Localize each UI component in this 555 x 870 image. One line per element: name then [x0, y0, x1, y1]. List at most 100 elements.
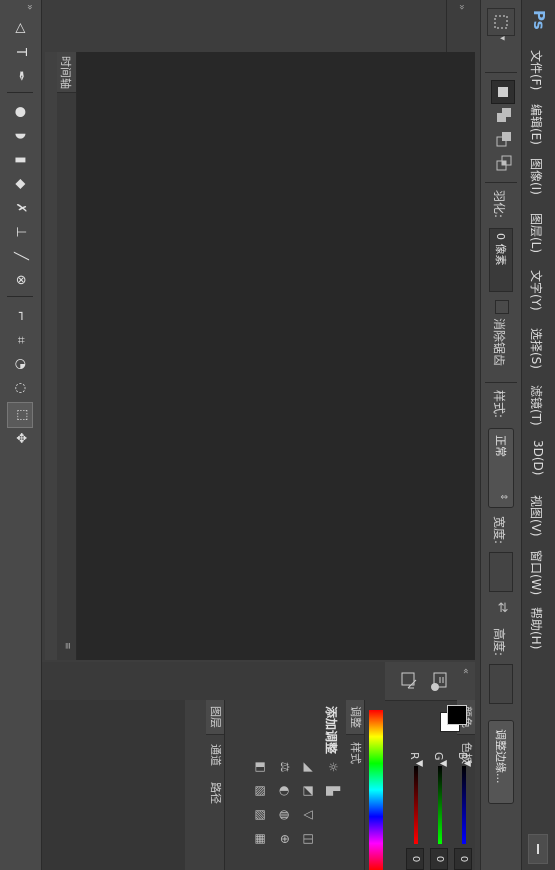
brightness-icon[interactable]: ☼: [326, 760, 340, 774]
menu-type[interactable]: 文字(Y): [528, 270, 545, 311]
menu-select[interactable]: 选择(S): [528, 328, 545, 369]
curves-icon[interactable]: ◢: [302, 760, 316, 774]
menu-view[interactable]: 视图(V): [528, 495, 545, 537]
tools-panel: » ⬚ ✥ ◌ ◔ ⌗ ⌐ ⊗ ╱ ⊥ ✗ ◆ ▮ ◗ ● ✒ T ◁: [0, 0, 42, 870]
menu-filter[interactable]: 滤镜(T): [528, 385, 545, 426]
width-field[interactable]: [489, 552, 513, 592]
preset-dropdown-arrow-icon[interactable]: ▾: [497, 36, 507, 41]
b-slider[interactable]: [462, 766, 466, 844]
r-value-field[interactable]: 0: [406, 848, 424, 870]
swap-dimensions-icon[interactable]: ⇄: [495, 602, 510, 613]
actions-panel-button[interactable]: [394, 668, 420, 694]
b-value-field[interactable]: 0: [454, 848, 472, 870]
color-balance-icon[interactable]: ⚖: [278, 760, 292, 774]
r-label: R: [408, 752, 421, 760]
text-tool-icon[interactable]: T: [10, 42, 30, 62]
minimize-button[interactable]: [528, 834, 548, 864]
antialias-checkbox[interactable]: [495, 300, 509, 314]
path-select-tool-icon[interactable]: ◁: [10, 18, 30, 38]
feather-field[interactable]: 0 像素: [489, 228, 513, 292]
move-tool-icon[interactable]: ✥: [10, 428, 30, 448]
menu-image[interactable]: 图像(I): [528, 158, 545, 195]
healing-tool-icon[interactable]: ⊗: [10, 270, 30, 290]
black-white-icon[interactable]: ◐: [278, 784, 292, 798]
timeline-panel: 时间轴 ≡: [56, 52, 77, 660]
threshold-icon[interactable]: ▨: [254, 808, 268, 822]
b-slider-thumb-icon[interactable]: ▼: [462, 760, 472, 767]
collapse-arrows-icon[interactable]: »: [456, 4, 467, 10]
b-label: B: [456, 752, 469, 760]
height-field[interactable]: [489, 664, 513, 704]
eyedropper-tool-icon[interactable]: ⌐: [10, 306, 30, 326]
tab-paths[interactable]: 路径: [206, 776, 224, 810]
photo-filter-icon[interactable]: ◍: [278, 808, 292, 822]
color-spectrum-bar[interactable]: [369, 710, 383, 870]
stamp-tool-icon[interactable]: ⊥: [10, 222, 30, 242]
menu-layer[interactable]: 图层(L): [528, 213, 545, 253]
brush-tool-icon[interactable]: ╱: [10, 246, 30, 266]
photoshop-window: Ps 文件(F) 编辑(E) 图像(I) 图层(L) 文字(Y) 选择(S) 滤…: [0, 0, 555, 870]
document-canvas[interactable]: [77, 52, 475, 660]
panel-icon-column: «: [385, 662, 475, 701]
levels-icon[interactable]: ▙: [326, 784, 340, 798]
blur-tool-icon[interactable]: ◗: [10, 126, 30, 146]
r-slider-thumb-icon[interactable]: ▼: [414, 760, 424, 767]
quick-select-tool-icon[interactable]: ◔: [10, 354, 30, 374]
invert-icon[interactable]: ◧: [254, 760, 268, 774]
rect-marquee-icon: [494, 15, 508, 29]
tab-adjustments[interactable]: 调整: [346, 700, 364, 735]
foreground-color-swatch[interactable]: [447, 705, 467, 725]
hue-saturation-icon[interactable]: ◫: [302, 832, 316, 846]
separator: [446, 0, 447, 52]
eraser-tool-icon[interactable]: ◆: [10, 174, 30, 194]
menu-window[interactable]: 窗口(W): [528, 550, 545, 595]
add-selection-button[interactable]: [493, 104, 515, 126]
timeline-gutter: [45, 52, 57, 660]
channel-mixer-icon[interactable]: ⊕: [278, 832, 292, 846]
g-slider[interactable]: [438, 766, 442, 844]
menu-bar: Ps 文件(F) 编辑(E) 图像(I) 图层(L) 文字(Y) 选择(S) 滤…: [521, 0, 555, 870]
r-slider[interactable]: [414, 766, 418, 844]
history-brush-tool-icon[interactable]: ✗: [10, 198, 30, 218]
style-dropdown-icon: ⇕: [498, 493, 508, 501]
tab-styles[interactable]: 样式: [346, 736, 364, 770]
posterize-icon[interactable]: ▧: [254, 784, 268, 798]
refine-edge-button[interactable]: 调整边缘...: [488, 720, 514, 804]
vibrance-icon[interactable]: ▽: [302, 808, 316, 822]
intersect-selection-icon: [496, 155, 512, 171]
menu-help[interactable]: 帮助(H): [528, 607, 545, 649]
history-panel-button[interactable]: [427, 668, 453, 694]
separator: [7, 296, 33, 297]
exposure-icon[interactable]: ◩: [302, 784, 316, 798]
selective-color-icon[interactable]: ▦: [254, 832, 268, 846]
crop-tool-icon[interactable]: ⌗: [10, 330, 30, 350]
menu-3d[interactable]: 3D(D): [531, 440, 545, 475]
timeline-menu-icon[interactable]: ≡: [62, 642, 72, 650]
adjustments-panel: 调整 样式 添加调整 ☼ ▙ ◢ ◩ ▽ ◫ ⚖ ◐ ◍ ⊕ ◧ ▧ ▨ ▦: [224, 700, 365, 870]
menu-file[interactable]: 文件(F): [528, 50, 545, 90]
separator: [485, 382, 517, 383]
menu-edit[interactable]: 编辑(E): [528, 104, 545, 145]
new-selection-button[interactable]: [491, 80, 515, 104]
g-value-field[interactable]: 0: [430, 848, 448, 870]
pen-tool-icon[interactable]: ✒: [10, 66, 30, 86]
collapse-icons-icon[interactable]: «: [460, 668, 471, 674]
toolbar-collapse-icon[interactable]: »: [24, 4, 35, 10]
rect-marquee-tool-icon[interactable]: ⬚: [7, 402, 33, 428]
marquee-preset-picker[interactable]: [487, 8, 515, 36]
ps-logo: Ps: [530, 10, 548, 30]
minimize-icon: [537, 844, 539, 854]
g-slider-thumb-icon[interactable]: ▼: [438, 760, 448, 767]
intersect-selection-button[interactable]: [493, 152, 515, 174]
timeline-tab[interactable]: 时间轴: [56, 52, 76, 93]
lasso-tool-icon[interactable]: ◌: [10, 378, 30, 398]
gradient-tool-icon[interactable]: ▮: [10, 150, 30, 170]
style-select[interactable]: 正常 ⇕: [488, 428, 514, 508]
tab-channels[interactable]: 通道: [206, 738, 224, 772]
subtract-selection-button[interactable]: [493, 128, 515, 150]
tab-layers[interactable]: 图层: [206, 700, 224, 735]
separator: [485, 72, 517, 73]
subtract-selection-icon: [496, 132, 511, 147]
dodge-tool-icon[interactable]: ●: [10, 102, 30, 122]
style-label: 样式:: [492, 390, 506, 419]
